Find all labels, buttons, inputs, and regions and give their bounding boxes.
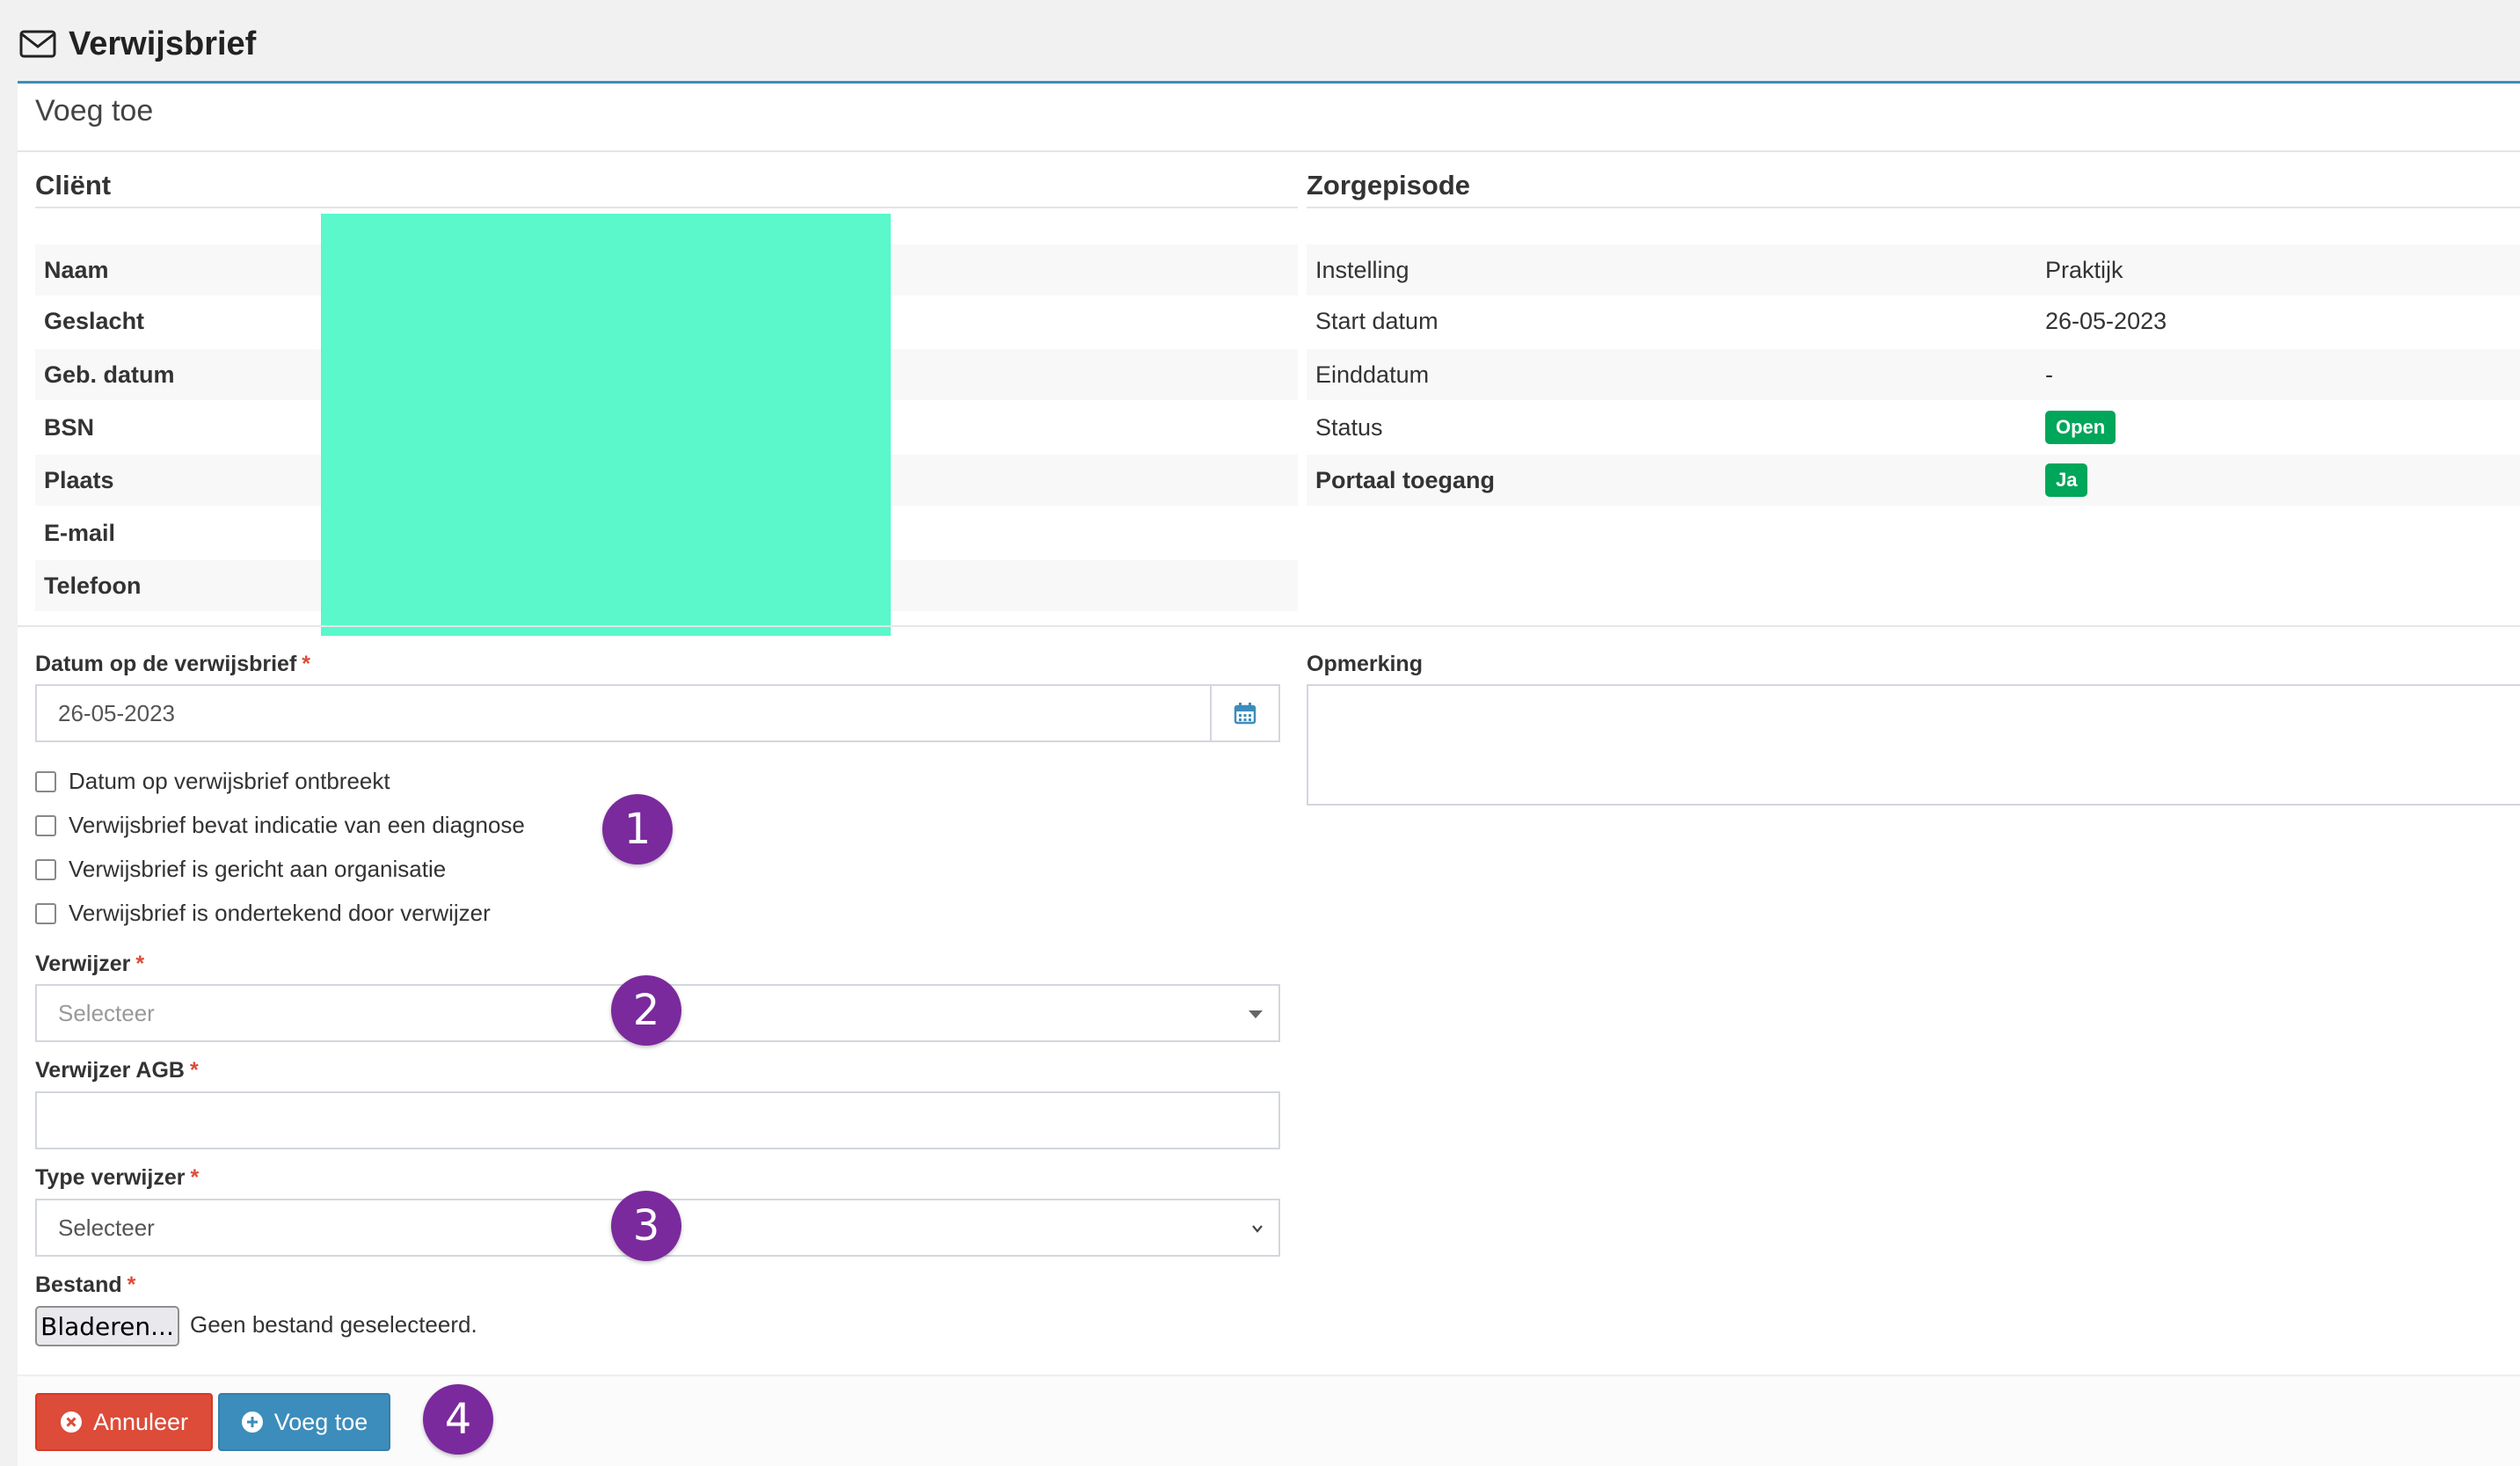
section-divider — [18, 625, 2520, 627]
client-label: E-mail — [44, 519, 116, 546]
box-title: Voeg toe — [35, 94, 154, 128]
cancel-button[interactable]: Annuleer — [35, 1393, 213, 1451]
opmerking-textarea[interactable] — [1307, 684, 2520, 806]
annotation-marker-1: 1 — [602, 794, 673, 864]
agb-input[interactable] — [35, 1091, 1280, 1149]
client-label: Geb. datum — [44, 361, 175, 388]
chevron-down-icon — [1252, 1225, 1263, 1233]
plus-circle-icon — [241, 1411, 263, 1433]
opmerking-label: Opmerking — [1307, 652, 1423, 676]
checkbox-indicatie-diagnose[interactable]: Verwijsbrief bevat indicatie van een dia… — [35, 812, 525, 839]
portaal-badge: Ja — [2045, 463, 2088, 497]
required-mark: * — [189, 1058, 199, 1083]
type-label-text: Type verwijzer — [35, 1165, 186, 1190]
zorg-row-status: Status Open — [1307, 402, 2520, 453]
zorg-value: - — [2045, 361, 2053, 388]
required-mark: * — [190, 1165, 200, 1190]
zorg-row-start-datum: Start datum 26-05-2023 — [1307, 295, 2520, 346]
date-input[interactable]: 26-05-2023 — [35, 684, 1280, 742]
envelope-icon — [19, 30, 56, 58]
client-label: BSN — [44, 413, 95, 441]
client-label: Geslacht — [44, 307, 145, 334]
form-box: Voeg toe Cliënt Naam Geslacht Geb. datum… — [18, 81, 2520, 1466]
verwijzer-label: Verwijzer * — [35, 952, 144, 977]
type-verwijzer-value: Selecteer — [58, 1214, 155, 1241]
times-circle-icon — [60, 1411, 82, 1433]
annotation-marker-4: 4 — [423, 1384, 493, 1455]
agb-label: Verwijzer AGB * — [35, 1058, 199, 1083]
checkbox[interactable] — [35, 902, 56, 924]
required-mark: * — [127, 1273, 136, 1297]
no-file-text: Geen bestand geselecteerd. — [190, 1311, 477, 1338]
zorg-label: Einddatum — [1315, 361, 1430, 388]
redaction-block — [321, 214, 891, 636]
add-button-label: Voeg toe — [273, 1408, 368, 1435]
box-header-divider — [18, 150, 2520, 152]
zorg-value: 26-05-2023 — [2045, 307, 2167, 334]
zorg-value: Praktijk — [2045, 256, 2123, 283]
page-header: Verwijsbrief — [19, 18, 256, 70]
annotation-marker-3: 3 — [611, 1191, 681, 1261]
verwijzer-label-text: Verwijzer — [35, 952, 131, 976]
date-label: Datum op de verwijsbrief * — [35, 652, 310, 677]
calendar-icon — [1234, 703, 1256, 725]
zorg-label: Portaal toegang — [1315, 466, 1496, 493]
required-mark: * — [135, 952, 145, 976]
client-label: Plaats — [44, 466, 114, 493]
checkbox-label: Verwijsbrief bevat indicatie van een dia… — [69, 812, 525, 838]
date-label-text: Datum op de verwijsbrief — [35, 652, 297, 676]
zorg-value: Ja — [2045, 463, 2088, 497]
browse-file-button[interactable]: Bladeren... — [35, 1306, 179, 1346]
zorgepisode-section-rule — [1307, 207, 2520, 208]
status-badge: Open — [2045, 411, 2116, 444]
checkbox[interactable] — [35, 770, 56, 792]
zorg-row-portaal-toegang: Portaal toegang Ja — [1307, 455, 2520, 506]
agb-label-text: Verwijzer AGB — [35, 1058, 185, 1083]
add-button[interactable]: Voeg toe — [218, 1393, 390, 1451]
zorg-row-einddatum: Einddatum - — [1307, 349, 2520, 400]
client-section-rule — [35, 207, 1298, 208]
calendar-button[interactable] — [1210, 686, 1278, 740]
checkbox[interactable] — [35, 858, 56, 880]
checkbox-label: Verwijsbrief is gericht aan organisatie — [69, 856, 447, 882]
annotation-marker-2: 2 — [611, 975, 681, 1046]
type-verwijzer-label: Type verwijzer * — [35, 1165, 199, 1191]
zorg-label: Start datum — [1315, 307, 1438, 334]
zorg-value: Open — [2045, 411, 2116, 444]
caret-down-icon — [1249, 1010, 1263, 1018]
bestand-label: Bestand * — [35, 1273, 135, 1298]
required-mark: * — [302, 652, 311, 676]
verwijzer-placeholder: Selecteer — [58, 999, 155, 1026]
checkbox[interactable] — [35, 814, 56, 836]
checkbox-label: Datum op verwijsbrief ontbreekt — [69, 768, 390, 794]
page-title: Verwijsbrief — [69, 25, 257, 62]
zorgepisode-section-title: Zorgepisode — [1307, 170, 1471, 201]
checkbox-gericht-organisatie[interactable]: Verwijsbrief is gericht aan organisatie — [35, 856, 446, 883]
checkbox-ondertekend[interactable]: Verwijsbrief is ondertekend door verwijz… — [35, 900, 491, 927]
box-footer — [18, 1375, 2520, 1466]
client-label: Telefoon — [44, 572, 142, 599]
zorg-row-instelling: Instelling Praktijk — [1307, 244, 2520, 295]
checkbox-datum-ontbreekt[interactable]: Datum op verwijsbrief ontbreekt — [35, 768, 390, 795]
client-label: Naam — [44, 256, 109, 283]
checkbox-label: Verwijsbrief is ondertekend door verwijz… — [69, 900, 491, 926]
bestand-label-text: Bestand — [35, 1273, 122, 1297]
client-section-title: Cliënt — [35, 170, 112, 201]
date-input-value: 26-05-2023 — [58, 699, 175, 726]
zorg-label: Instelling — [1315, 256, 1409, 283]
cancel-button-label: Annuleer — [92, 1408, 189, 1435]
zorg-label: Status — [1315, 413, 1383, 441]
